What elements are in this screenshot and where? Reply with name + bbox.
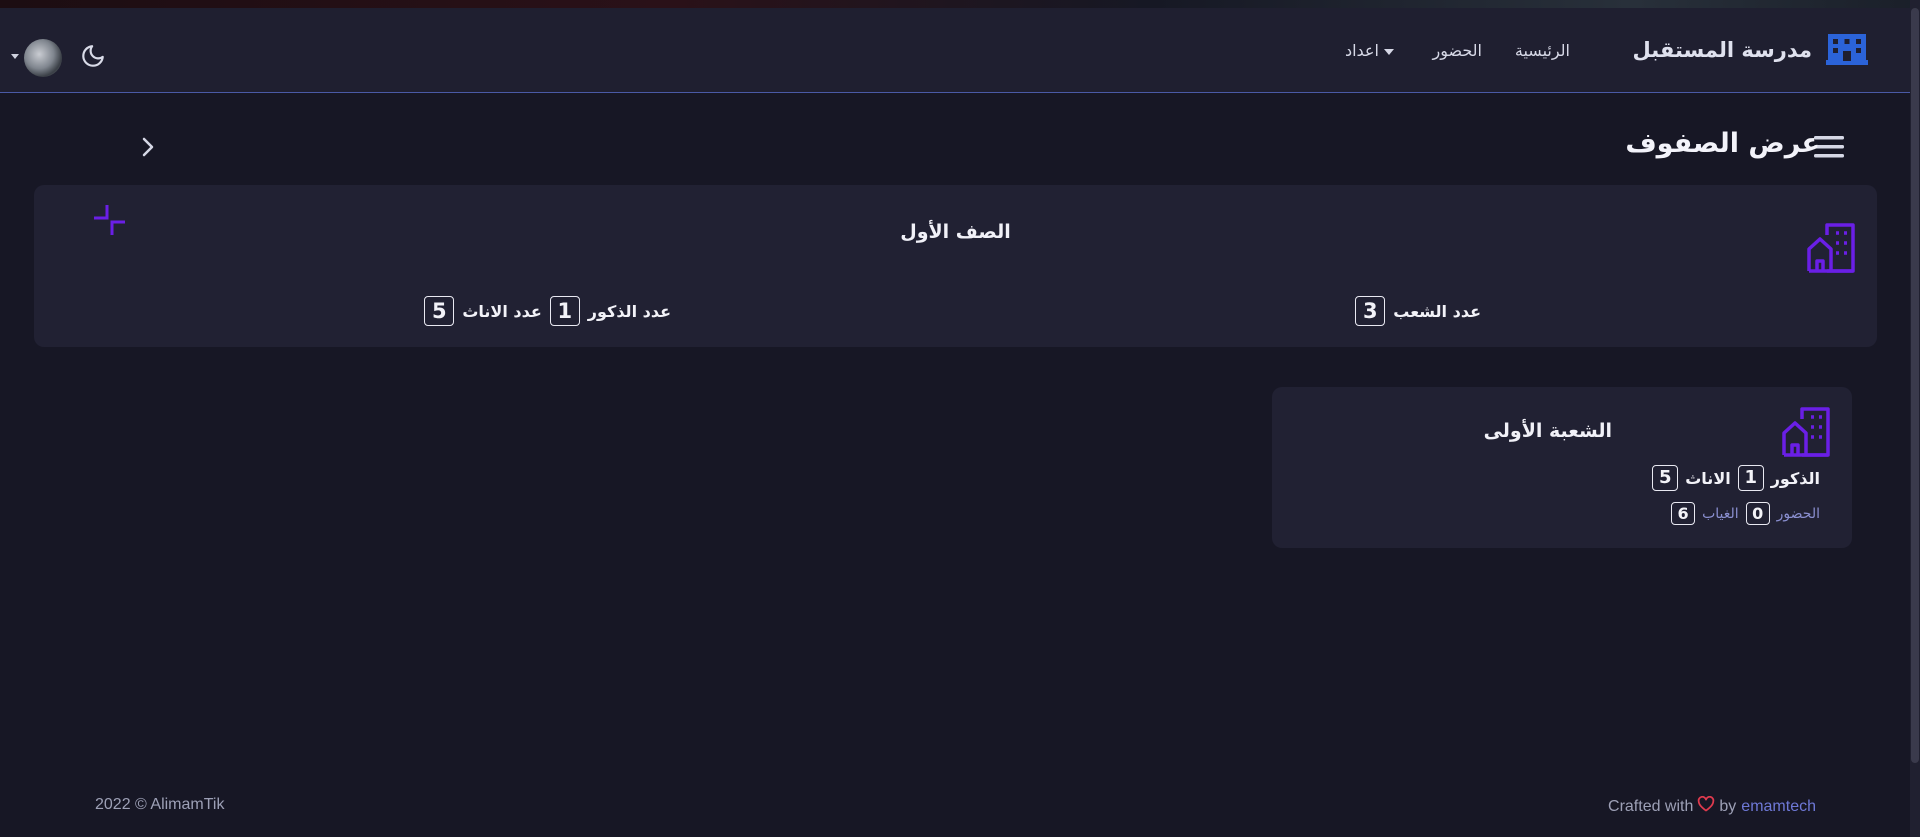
sections-count: 3 xyxy=(1355,296,1386,326)
grade-title: الصف الأول xyxy=(900,221,1011,243)
footer-copyright: 2022 © AlimamTik xyxy=(95,796,225,813)
sections-stat: عدد الشعب 3 xyxy=(1347,295,1481,327)
absent-count: 6 xyxy=(1671,502,1696,525)
building-icon xyxy=(1782,407,1830,461)
nav-settings-dropdown[interactable]: اعداد xyxy=(1345,41,1394,60)
brand-name: مدرسة المستقبل xyxy=(1632,38,1812,62)
avatar-caret-icon[interactable] xyxy=(11,54,19,59)
chevron-down-icon xyxy=(1384,48,1394,55)
footer-credits: Crafted with by emamtech xyxy=(1608,795,1816,817)
footer-by: by xyxy=(1719,797,1737,815)
section-females-count: 5 xyxy=(1652,465,1679,491)
sections-label: عدد الشعب xyxy=(1393,301,1481,321)
navbar: مدرسة المستقبل الرئيسية الحضور اعداد xyxy=(0,8,1910,93)
section-attendance-stats: الحضور 0 الغياب 6 xyxy=(1664,502,1820,525)
brand[interactable]: مدرسة المستقبل xyxy=(1633,32,1868,68)
section-gender-stats: الذكور 1 الاناث 5 xyxy=(1645,465,1820,491)
scrollbar-thumb[interactable] xyxy=(1911,8,1919,763)
school-building-icon xyxy=(1826,31,1868,69)
gender-stats: عدد الذكور 1 عدد الاناث 5 xyxy=(416,295,671,327)
heart-icon xyxy=(1697,795,1715,817)
section-females-label: الاناث xyxy=(1685,468,1731,488)
absent-label: الغياب xyxy=(1702,505,1739,522)
page-title: عرض الصفوف xyxy=(1625,128,1820,159)
section-males-count: 1 xyxy=(1737,465,1764,491)
males-label: عدد الذكور xyxy=(587,301,671,321)
nav-home[interactable]: الرئيسية xyxy=(1515,41,1570,60)
top-strip xyxy=(0,0,1920,8)
present-count: 0 xyxy=(1745,502,1770,525)
building-icon xyxy=(1807,223,1855,277)
scrollbar[interactable] xyxy=(1910,0,1920,837)
section-card[interactable]: الشعبة الأولى الذكور 1 الاناث 5 الحضور 0… xyxy=(1272,387,1852,548)
males-count: 1 xyxy=(549,296,580,326)
section-title: الشعبة الأولى xyxy=(1483,420,1612,442)
footer-crafted: Crafted with xyxy=(1608,797,1694,815)
nav-settings-label: اعداد xyxy=(1344,41,1379,60)
females-count: 5 xyxy=(424,296,455,326)
section-males-label: الذكور xyxy=(1770,468,1820,488)
nav-attendance[interactable]: الحضور xyxy=(1432,41,1482,60)
grade-card[interactable]: الصف الأول عدد الشعب 3 عدد الذكور 1 عدد … xyxy=(34,185,1877,347)
chevron-right-icon[interactable] xyxy=(140,136,156,162)
moon-icon[interactable] xyxy=(80,43,106,73)
females-label: عدد الاناث xyxy=(462,301,542,321)
present-label: الحضور xyxy=(1776,505,1820,522)
footer-author-link[interactable]: emamtech xyxy=(1741,798,1816,816)
avatar[interactable] xyxy=(24,39,62,77)
